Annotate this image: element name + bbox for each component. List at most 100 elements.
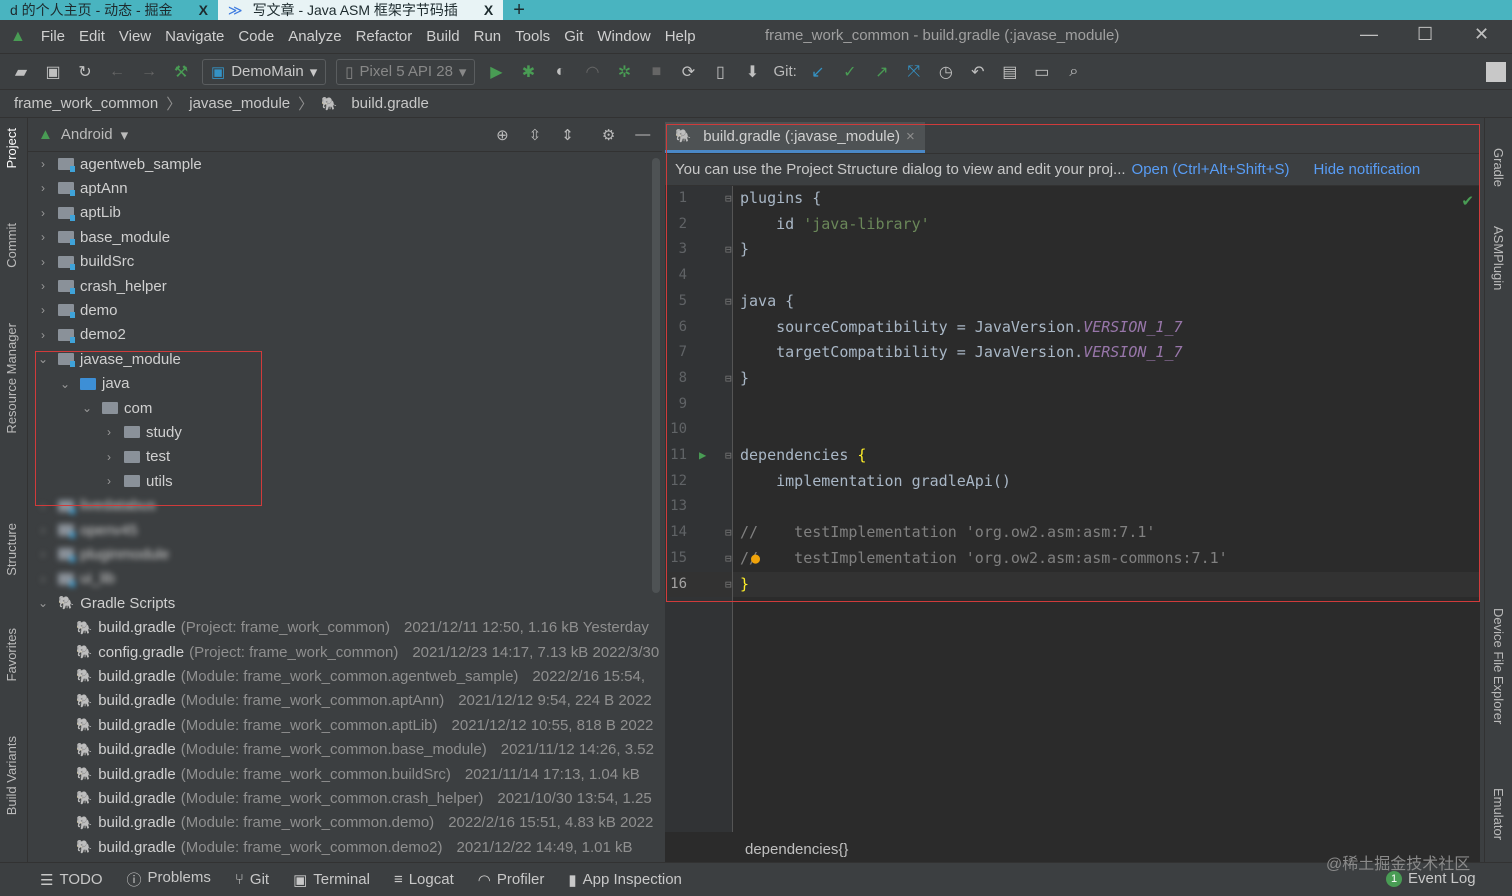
gradle-file-item[interactable]: 🐘build.gradle(Module: frame_work_common.… — [76, 738, 654, 762]
gradle-file-item[interactable]: 🐘build.gradle(Module: frame_work_common.… — [76, 713, 653, 737]
tree-item[interactable]: ›buildSrc — [36, 250, 134, 274]
tree-item[interactable]: ›openv45 — [36, 518, 138, 542]
breadcrumb-module[interactable]: javase_module — [189, 95, 290, 112]
tool-window-git[interactable]: ⑂Git — [235, 871, 269, 888]
tool-tab-build-variants[interactable]: Build Variants — [4, 736, 19, 815]
tree-item[interactable]: ›aptLib — [36, 201, 121, 225]
tree-item[interactable]: ⌄🐘Gradle Scripts — [36, 591, 175, 615]
expand-all-icon[interactable]: ⇳ — [529, 126, 542, 144]
breadcrumb-project[interactable]: frame_work_common — [14, 95, 158, 112]
tree-item[interactable]: ›agentweb_sample — [36, 152, 202, 176]
browser-tab-active[interactable]: ≫写文章 - Java ASM 框架字节码插X — [218, 0, 503, 20]
tool-window-terminal[interactable]: ▣Terminal — [293, 871, 370, 889]
device-manager-icon[interactable]: ▭ — [1031, 62, 1053, 82]
menu-tools[interactable]: Tools — [512, 28, 553, 45]
chevron-right-icon[interactable]: › — [36, 230, 50, 244]
save-icon[interactable]: ▣ — [42, 62, 64, 82]
stop-icon[interactable]: ■ — [645, 63, 667, 81]
tree-item[interactable]: ›crash_helper — [36, 274, 167, 298]
close-icon[interactable]: X — [199, 2, 208, 18]
tree-item[interactable]: ›ui_lib — [36, 567, 115, 591]
breadcrumb-file[interactable]: build.gradle — [351, 95, 429, 112]
gradle-file-item[interactable]: 🐘build.gradle(Module: frame_work_common.… — [76, 811, 653, 835]
event-log-button[interactable]: 1Event Log — [1386, 870, 1476, 887]
rollback-icon[interactable]: ↶ — [967, 62, 989, 82]
sync-icon[interactable]: ↻ — [74, 62, 96, 82]
gradle-file-item[interactable]: 🐘build.gradle(Module: frame_work_common.… — [76, 786, 652, 810]
menu-view[interactable]: View — [116, 28, 154, 45]
new-tab-button[interactable]: + — [503, 0, 535, 20]
close-icon[interactable]: X — [484, 2, 493, 18]
git-update-icon[interactable]: ↙ — [807, 62, 829, 82]
tool-tab-structure[interactable]: Structure — [4, 523, 19, 576]
gradle-file-item[interactable]: 🐘config.gradle(Project: frame_work_commo… — [76, 640, 659, 664]
chevron-right-icon[interactable]: › — [36, 157, 50, 171]
run-icon[interactable]: ▶ — [485, 62, 507, 82]
menu-analyze[interactable]: Analyze — [285, 28, 344, 45]
git-push-icon[interactable]: ↗ — [871, 62, 893, 82]
chevron-right-icon[interactable]: › — [36, 181, 50, 195]
chevron-right-icon[interactable]: › — [36, 523, 50, 537]
gradle-file-item[interactable]: 🐘build.gradle(Module: frame_work_common.… — [76, 835, 633, 859]
tree-item[interactable]: ›demo2 — [36, 323, 126, 347]
minimize-button[interactable]: — — [1360, 24, 1378, 45]
tree-item[interactable]: ›pluginmodule — [36, 542, 169, 566]
avd-manager-icon[interactable]: ▯ — [709, 62, 731, 82]
tool-tab-project[interactable]: Project — [4, 128, 19, 168]
gradle-file-item[interactable]: 🐘build.gradle(Module: frame_work_common.… — [76, 762, 640, 786]
chevron-right-icon[interactable]: › — [36, 547, 50, 561]
chevron-right-icon[interactable]: › — [36, 255, 50, 269]
tree-item[interactable]: ›base_module — [36, 225, 170, 249]
gradle-file-item[interactable]: 🐘build.gradle(Project: frame_work_common… — [76, 616, 649, 640]
back-icon[interactable]: ← — [106, 63, 128, 81]
sdk-manager-icon[interactable]: ⬇ — [741, 62, 763, 82]
tool-tab-device-file-explorer[interactable]: Device File Explorer — [1491, 608, 1506, 724]
maximize-button[interactable]: ☐ — [1417, 24, 1433, 45]
tree-item[interactable]: ›aptAnn — [36, 176, 128, 200]
history-icon[interactable]: ◷ — [935, 62, 957, 82]
tool-tab-resource-manager[interactable]: Resource Manager — [4, 323, 19, 434]
menu-code[interactable]: Code — [235, 28, 277, 45]
collapse-all-icon[interactable]: ⇕ — [561, 126, 574, 144]
chevron-right-icon[interactable]: › — [36, 328, 50, 342]
menu-navigate[interactable]: Navigate — [162, 28, 227, 45]
profile-icon[interactable]: ◠ — [581, 62, 603, 82]
project-view-select[interactable]: Android — [61, 126, 113, 143]
tool-tab-emulator[interactable]: Emulator — [1491, 788, 1506, 840]
browser-tab[interactable]: d 的个人主页 - 动态 - 掘金X — [0, 0, 218, 20]
tool-window-todo[interactable]: ☰TODO — [40, 871, 103, 889]
chevron-right-icon[interactable]: › — [36, 572, 50, 586]
hide-icon[interactable]: — — [635, 126, 650, 143]
git-merge-icon[interactable]: ⤧ — [903, 63, 925, 81]
coverage-icon[interactable]: ◐ — [549, 63, 571, 81]
gear-icon[interactable]: ⚙ — [602, 126, 615, 144]
tool-tab-commit[interactable]: Commit — [4, 223, 19, 268]
user-avatar[interactable] — [1486, 62, 1506, 82]
tool-window-app-inspection[interactable]: ▮App Inspection — [568, 871, 682, 889]
debug-icon[interactable]: ✱ — [517, 62, 539, 82]
open-folder-icon[interactable]: ▰ — [10, 62, 32, 82]
build-hammer-icon[interactable]: ⚒ — [170, 62, 192, 82]
run-config-select[interactable]: ▣DemoMain▾ — [202, 59, 326, 85]
menu-file[interactable]: File — [38, 28, 68, 45]
tool-tab-gradle[interactable]: Gradle — [1491, 148, 1506, 187]
locate-icon[interactable]: ⊕ — [496, 126, 509, 144]
editor-breadcrumb-status[interactable]: dependencies{} — [745, 841, 848, 858]
search-icon[interactable]: ⌕ — [1063, 63, 1085, 81]
menu-run[interactable]: Run — [471, 28, 505, 45]
menu-window[interactable]: Window — [594, 28, 653, 45]
attach-debugger-icon[interactable]: ✲ — [613, 62, 635, 82]
chevron-right-icon[interactable]: › — [36, 303, 50, 317]
chevron-right-icon[interactable]: › — [36, 279, 50, 293]
device-select[interactable]: ▯Pixel 5 API 28▾ — [336, 59, 475, 85]
menu-git[interactable]: Git — [561, 28, 586, 45]
forward-icon[interactable]: → — [138, 63, 160, 81]
gradle-sync-icon[interactable]: ⟳ — [677, 62, 699, 82]
gradle-file-item[interactable]: 🐘build.gradle(Module: frame_work_common.… — [76, 664, 645, 688]
tool-tab-asmplugin[interactable]: ASMPlugin — [1491, 226, 1506, 290]
close-window-button[interactable]: ✕ — [1474, 24, 1489, 45]
menu-edit[interactable]: Edit — [76, 28, 108, 45]
menu-refactor[interactable]: Refactor — [353, 28, 416, 45]
chevron-down-icon[interactable]: ▾ — [121, 126, 129, 144]
tool-window-problems[interactable]: ⓘProblems — [127, 869, 211, 890]
